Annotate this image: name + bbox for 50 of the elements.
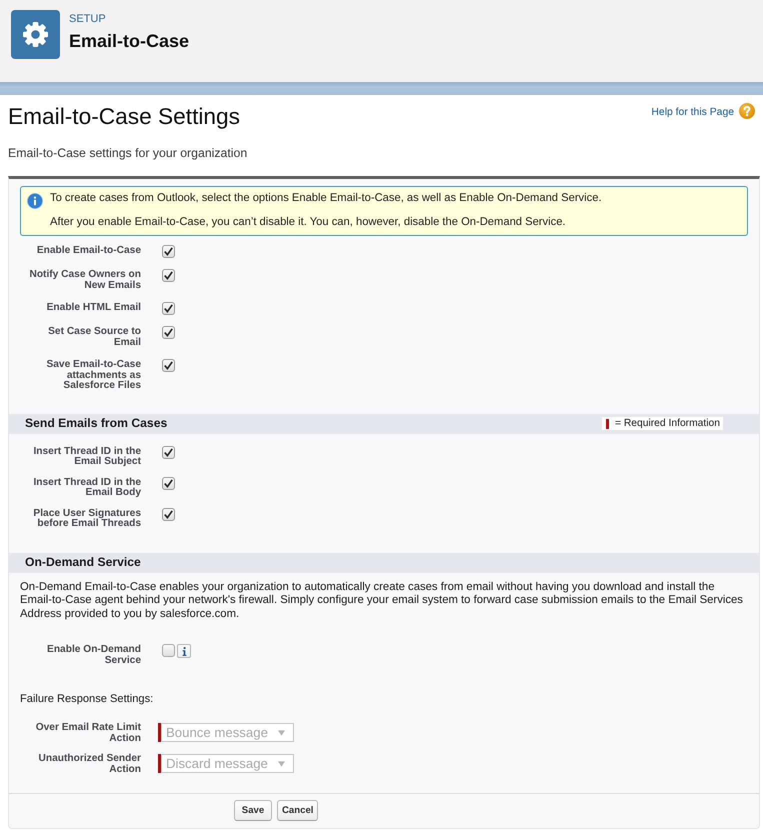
checkbox[interactable] — [162, 476, 175, 490]
info-text: To create cases from Outlook, select the options Enable Email-to-Case, as well as Enable On-Demand Service. — [50, 191, 602, 205]
checkbox[interactable] — [162, 446, 175, 458]
checkbox[interactable] — [162, 508, 175, 520]
required-marker-icon — [606, 418, 609, 428]
checkbox[interactable] — [162, 359, 175, 372]
checkmark-icon — [164, 247, 173, 256]
section-title: On-Demand Service — [25, 555, 141, 570]
subsection-title: Failure Response Settings: — [20, 692, 154, 706]
checkmark-icon — [164, 271, 173, 280]
section-title: Send Emails from Cases — [25, 416, 168, 431]
page-title: Email-to-Case Settings — [8, 103, 240, 129]
setting-label: Enable On-Demand Service — [46, 645, 141, 666]
info-icon — [182, 646, 186, 656]
gear-icon — [11, 10, 60, 59]
checkbox[interactable] — [162, 245, 175, 258]
setting-label: Insert Thread ID in the Email Subject — [32, 446, 141, 468]
checkmark-icon — [164, 304, 173, 313]
checkmark-icon — [164, 478, 173, 488]
help-icon[interactable] — [739, 103, 755, 119]
checkmark-icon — [164, 361, 173, 370]
info-button[interactable] — [177, 644, 191, 658]
info-icon — [27, 193, 43, 209]
required-legend-text: = Required Information — [614, 418, 720, 430]
caret-icon — [278, 760, 285, 766]
checkbox[interactable] — [162, 326, 175, 339]
page-description: Email-to-Case settings for your organization — [8, 146, 248, 160]
cancel-button[interactable]: Cancel — [277, 800, 318, 821]
header-title: Email-to-Case — [69, 30, 190, 52]
breadcrumb-label: SETUP — [69, 12, 107, 26]
checkmark-icon — [164, 510, 173, 518]
checkbox[interactable] — [162, 302, 175, 315]
checkmark-icon — [164, 448, 173, 456]
setting-label: Insert Thread ID in the Email Body — [32, 478, 141, 498]
setting-label: Place User Signatures before Email Threads — [32, 508, 141, 530]
field-label: Unauthorized Sender Action — [38, 754, 141, 775]
setting-label: Enable HTML Email — [46, 303, 141, 314]
setting-label: Notify Case Owners on New Emails — [28, 270, 141, 291]
setting-label: Save Email-to-Case attachments as Salesforce Files — [45, 360, 141, 392]
checkbox[interactable] — [162, 269, 175, 282]
save-button[interactable]: Save — [234, 800, 272, 821]
info-text: After you enable Email-to-Case, you can’t disable it. You can, however, disable the On-Demand Service. — [50, 215, 567, 229]
setting-label: Enable Email-to-Case — [36, 246, 141, 256]
field-label: Over Email Rate Limit Action — [34, 723, 141, 744]
checkmark-icon — [164, 328, 173, 337]
section-description: On-Demand Email-to-Case enables your organization to automatically create cases from email without having you download and install the Email-to-Case agent behind your network's firewall. Simply configure your email system to forward case submission emails to the Email Services Address provided to you by salesforce.com. — [19, 580, 744, 621]
checkbox[interactable] — [162, 644, 175, 657]
help-link[interactable]: Help for this Page — [651, 106, 734, 119]
caret-icon — [278, 730, 285, 736]
setting-label: Set Case Source to Email — [47, 327, 141, 348]
